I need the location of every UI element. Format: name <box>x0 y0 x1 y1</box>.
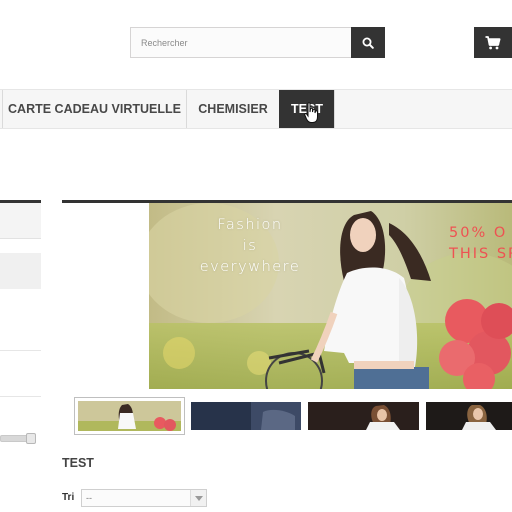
search-button[interactable] <box>351 27 385 58</box>
menu-item-chemisier[interactable]: CHEMISIER <box>186 90 279 128</box>
banner-thumbnail-4[interactable] <box>426 402 512 430</box>
banner-slogan-line-2: is <box>242 238 258 254</box>
chevron-down-icon <box>190 490 206 506</box>
banner-promo-line-1: 50% O <box>449 225 508 241</box>
menu-item-test[interactable]: TEST <box>279 90 334 128</box>
sort-select[interactable]: -- <box>81 489 207 507</box>
thumbnail-image <box>308 402 419 430</box>
thumbnail-image <box>426 402 512 430</box>
search-bar <box>130 27 385 58</box>
banner-slogan-line-1: Fashion <box>217 217 283 233</box>
cart-icon <box>485 35 501 49</box>
left-divider <box>0 396 41 397</box>
banner-thumbnail-2[interactable] <box>191 402 301 430</box>
banner-thumbnail-1[interactable] <box>74 397 185 435</box>
category-title: TEST <box>62 456 94 470</box>
thumbnail-image <box>78 401 181 431</box>
category-banner: Fashion is everywhere 50% O THIS SP <box>149 203 512 389</box>
sort-label: Tri <box>62 492 75 503</box>
banner-thumbnail-3[interactable] <box>308 402 419 430</box>
left-block-header[interactable] <box>0 203 41 239</box>
sort-selected-value: -- <box>86 493 92 503</box>
banner-promo-line-2: THIS SP <box>449 246 512 262</box>
banner-promo: 50% O THIS SP <box>449 223 512 265</box>
left-divider <box>0 350 41 351</box>
search-input[interactable] <box>130 27 351 58</box>
thumbnail-image <box>191 402 301 430</box>
menu-item-carte-cadeau[interactable]: CARTE CADEAU VIRTUELLE <box>2 90 186 128</box>
banner-slogan: Fashion is everywhere <box>195 215 305 278</box>
left-block-filter[interactable] <box>0 253 41 289</box>
price-slider-handle[interactable] <box>26 433 36 444</box>
cart-button[interactable] <box>474 27 512 58</box>
banner-slogan-line-3: everywhere <box>199 259 301 275</box>
search-icon <box>362 37 374 49</box>
top-menu: CARTE CADEAU VIRTUELLE CHEMISIER TEST <box>0 89 512 129</box>
menu-divider <box>334 90 335 128</box>
